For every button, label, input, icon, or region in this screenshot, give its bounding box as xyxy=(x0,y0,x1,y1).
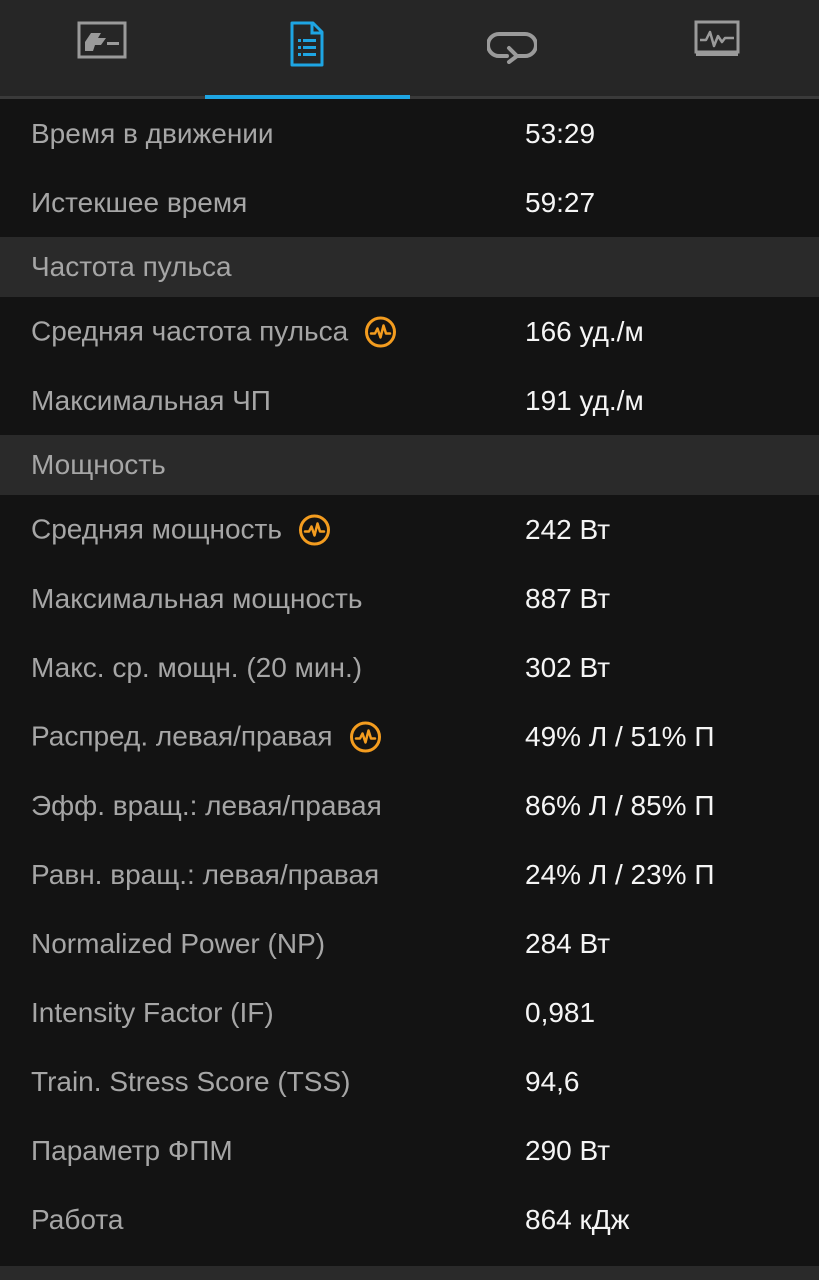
torque-eff-label: Эфф. вращ.: левая/правая xyxy=(31,789,382,821)
max-avg-20-value: 302 Вт xyxy=(525,651,611,683)
avg-hr-row[interactable]: Средняя частота пульса 166 уд./м xyxy=(0,297,819,366)
if-row: Intensity Factor (IF) 0,981 xyxy=(0,978,819,1047)
metric-chart-badge-icon[interactable] xyxy=(298,513,331,546)
avg-power-row[interactable]: Средняя мощность 242 Вт xyxy=(0,495,819,564)
max-hr-label: Максимальная ЧП xyxy=(31,384,271,416)
avg-hr-label: Средняя частота пульса xyxy=(31,315,349,347)
tss-value: 94,6 xyxy=(525,1065,580,1097)
summary-list-icon xyxy=(290,21,324,67)
work-row: Работа 864 кДж xyxy=(0,1185,819,1254)
map-icon xyxy=(77,21,127,59)
laps-icon xyxy=(486,32,537,64)
max-avg-20-label: Макс. ср. мощн. (20 мин.) xyxy=(31,651,363,683)
tss-label: Train. Stress Score (TSS) xyxy=(31,1065,351,1097)
next-section-edge xyxy=(0,1266,819,1280)
avg-power-value: 242 Вт xyxy=(525,513,611,545)
balance-label: Распред. левая/правая xyxy=(31,720,333,752)
max-power-row: Максимальная мощность 887 Вт xyxy=(0,564,819,633)
avg-power-label: Средняя мощность xyxy=(31,513,282,545)
tss-row: Train. Stress Score (TSS) 94,6 xyxy=(0,1047,819,1116)
avg-hr-value: 166 уд./м xyxy=(525,315,644,347)
tab-bar xyxy=(0,0,819,99)
tab-map[interactable] xyxy=(0,0,205,99)
moving-time-value: 53:29 xyxy=(525,117,596,149)
max-hr-value: 191 уд./м xyxy=(525,384,644,416)
tab-summary[interactable] xyxy=(204,0,410,99)
elapsed-time-row: Истекшее время 59:27 xyxy=(0,168,819,237)
max-hr-row: Максимальная ЧП 191 уд./м xyxy=(0,366,819,435)
chart-icon xyxy=(694,20,740,56)
smoothness-row: Равн. вращ.: левая/правая 24% Л / 23% П xyxy=(0,840,819,909)
smoothness-value: 24% Л / 23% П xyxy=(525,858,715,890)
work-label: Работа xyxy=(31,1203,124,1235)
power-section-header: Мощность xyxy=(0,435,819,495)
np-label: Normalized Power (NP) xyxy=(31,927,326,959)
elapsed-time-value: 59:27 xyxy=(525,186,596,218)
if-label: Intensity Factor (IF) xyxy=(31,996,274,1028)
smoothness-label: Равн. вращ.: левая/правая xyxy=(31,858,380,890)
balance-row[interactable]: Распред. левая/правая 49% Л / 51% П xyxy=(0,702,819,771)
torque-eff-row: Эфф. вращ.: левая/правая 86% Л / 85% П xyxy=(0,771,819,840)
tab-laps[interactable] xyxy=(410,0,615,99)
torque-eff-value: 86% Л / 85% П xyxy=(525,789,715,821)
summary-content: Время в движении 53:29 Истекшее время 59… xyxy=(0,99,819,1254)
max-avg-20-row: Макс. ср. мощн. (20 мин.) 302 Вт xyxy=(0,633,819,702)
heart-rate-section-title: Частота пульса xyxy=(31,251,232,282)
tab-chart[interactable] xyxy=(614,0,819,99)
heart-rate-section-header: Частота пульса xyxy=(0,237,819,297)
power-section-title: Мощность xyxy=(31,449,166,480)
moving-time-row: Время в движении 53:29 xyxy=(0,99,819,168)
metric-chart-badge-icon[interactable] xyxy=(364,315,397,348)
work-value: 864 кДж xyxy=(525,1203,630,1235)
np-row: Normalized Power (NP) 284 Вт xyxy=(0,909,819,978)
ftp-value: 290 Вт xyxy=(525,1134,611,1166)
elapsed-time-label: Истекшее время xyxy=(31,186,248,218)
ftp-row: Параметр ФПМ 290 Вт xyxy=(0,1116,819,1185)
ftp-label: Параметр ФПМ xyxy=(31,1134,233,1166)
if-value: 0,981 xyxy=(525,996,596,1028)
balance-value: 49% Л / 51% П xyxy=(525,720,715,752)
max-power-value: 887 Вт xyxy=(525,582,611,614)
metric-chart-badge-icon[interactable] xyxy=(349,720,382,753)
moving-time-label: Время в движении xyxy=(31,117,274,149)
np-value: 284 Вт xyxy=(525,927,611,959)
max-power-label: Максимальная мощность xyxy=(31,582,363,614)
